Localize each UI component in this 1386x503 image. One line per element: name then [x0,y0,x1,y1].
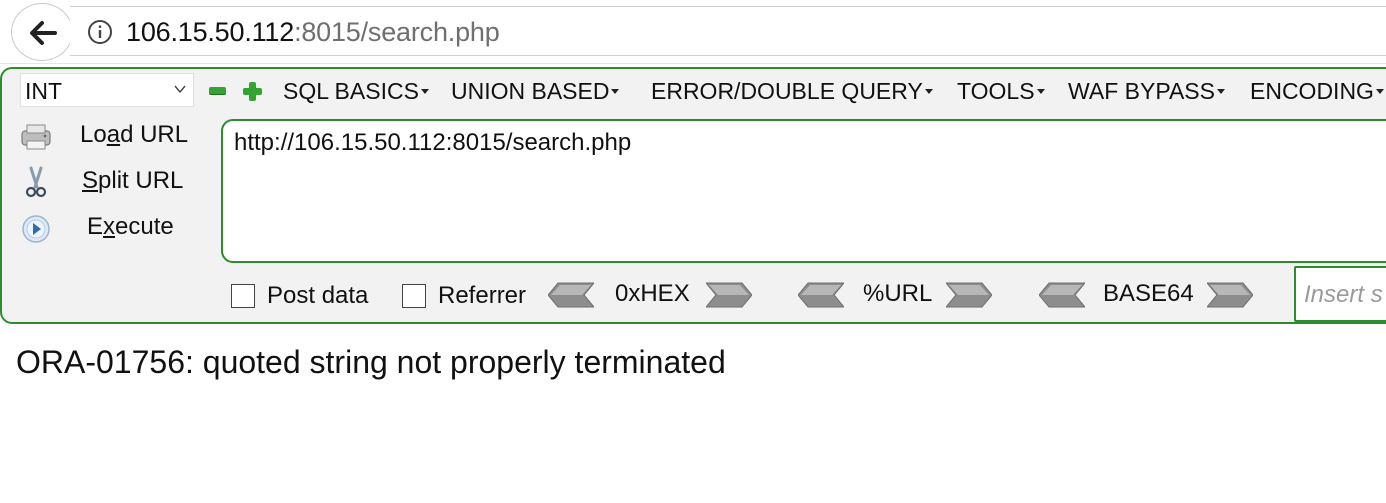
execute-label-end: ecute [115,213,174,240]
execute-label: Execute [87,213,174,241]
menu-union-based-label: UNION BASED [451,78,610,104]
load-url-accesskey: a [106,121,121,148]
execute-label-start: E [87,213,104,240]
menu-encoding[interactable]: ENCODING [1250,78,1384,105]
load-url-button[interactable]: Load URL [16,117,206,157]
insert-string-placeholder: Insert s [1304,281,1383,308]
increase-icon[interactable] [243,82,262,101]
play-icon [22,215,50,243]
referrer-checkbox-box[interactable] [402,284,426,308]
post-data-checkbox-box[interactable] [231,284,255,308]
type-select[interactable]: INT [20,73,194,107]
url-decode-arrow-icon[interactable] [798,281,844,309]
hex-encoder-label: 0xHEX [615,280,690,307]
menu-tools-label: TOOLS [957,78,1035,104]
caret-down-icon [420,88,429,94]
menu-tools[interactable]: TOOLS [957,78,1045,105]
url-encoder-label: %URL [863,280,933,307]
caret-down-icon [611,88,620,94]
menu-waf-bypass[interactable]: WAF BYPASS [1068,78,1225,105]
type-select-value: INT [25,78,63,104]
menu-encoding-label: ENCODING [1250,78,1374,104]
caret-down-icon [1216,88,1225,94]
referrer-checkbox[interactable]: Referrer [402,282,542,311]
caret-down-icon [1375,88,1384,94]
menu-error-double-query[interactable]: ERROR/DOUBLE QUERY [651,78,933,105]
menu-sql-basics[interactable]: SQL BASICS [283,78,429,105]
address-host: 106.15.50.112 [126,17,295,47]
menu-sql-basics-label: SQL BASICS [283,78,419,104]
base64-decode-arrow-icon[interactable] [1039,281,1085,309]
address-bar[interactable]: 106.15.50.112:8015/search.php [70,6,1386,56]
post-data-checkbox[interactable]: Post data [231,282,391,311]
error-message: ORA-01756: quoted string not properly te… [16,344,726,380]
caret-down-icon [924,88,933,94]
url-textarea[interactable]: http://106.15.50.112:8015/search.php [221,119,1386,263]
info-icon[interactable] [87,19,113,45]
caret-down-icon [1036,88,1045,94]
hex-decode-arrow-icon[interactable] [548,281,594,309]
scissors-icon [25,166,47,198]
chevron-down-icon [174,85,186,94]
base64-encode-arrow-icon[interactable] [1207,281,1253,309]
url-textarea-value: http://106.15.50.112:8015/search.php [234,129,632,156]
execute-accesskey: x [103,213,116,240]
load-url-label: Load URL [80,121,188,149]
hackbar-panel: INT SQL BASICS UNION BASED ERROR/DOUBLE … [0,67,1386,324]
back-arrow-icon [30,21,57,45]
menu-error-double-query-label: ERROR/DOUBLE QUERY [651,78,923,104]
menu-waf-bypass-label: WAF BYPASS [1068,78,1215,104]
load-url-label-start: Lo [80,121,107,148]
load-url-icon [21,124,51,150]
address-path: :8015/search.php [294,17,500,47]
load-url-label-end: d URL [120,121,189,148]
execute-button[interactable]: Execute [16,209,206,249]
menu-union-based[interactable]: UNION BASED [451,78,620,105]
referrer-label: Referrer [438,282,527,309]
split-url-accesskey: S [82,167,99,194]
split-url-label: Split URL [82,167,183,195]
url-encode-arrow-icon[interactable] [946,281,992,309]
split-url-button[interactable]: Split URL [16,163,206,203]
browser-toolbar: 106.15.50.112:8015/search.php [0,0,1386,64]
hex-encode-arrow-icon[interactable] [706,281,752,309]
back-button[interactable] [11,3,73,61]
decrease-icon[interactable] [209,87,226,94]
split-url-label-end: plit URL [98,167,184,194]
base64-encoder-label: BASE64 [1103,280,1194,307]
post-data-label: Post data [267,282,369,309]
address-url[interactable]: 106.15.50.112:8015/search.php [126,16,500,48]
insert-string-input[interactable]: Insert s [1294,266,1386,322]
